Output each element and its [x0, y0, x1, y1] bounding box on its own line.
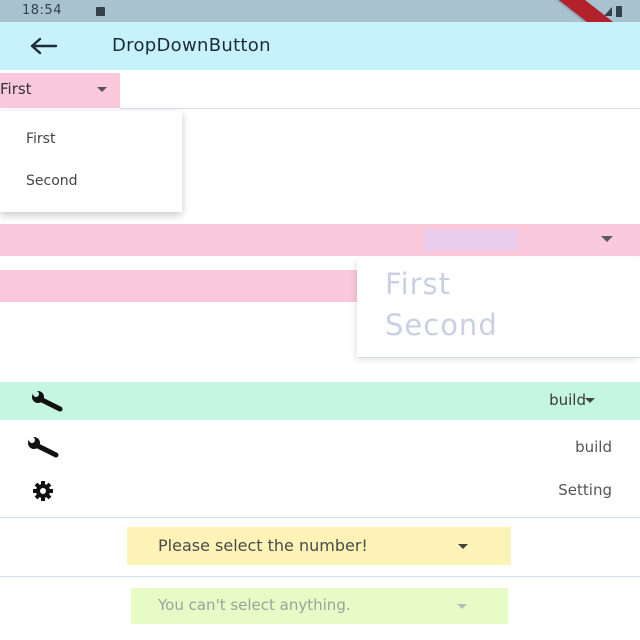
wrench-icon — [32, 391, 63, 412]
chevron-down-icon — [585, 398, 595, 403]
notification-icon — [96, 7, 105, 16]
page-title: DropDownButton — [112, 35, 271, 56]
menu-item-setting[interactable]: Setting — [558, 481, 612, 499]
back-arrow-icon[interactable] — [26, 36, 62, 56]
hint-text: Please select the number! — [158, 536, 368, 555]
wrench-icon — [28, 437, 59, 458]
divider — [0, 576, 640, 577]
icon-dropdown-value: build — [549, 391, 586, 409]
icon-dropdown-button[interactable] — [0, 382, 640, 420]
gear-icon — [33, 481, 53, 501]
status-time: 18:54 — [22, 3, 62, 18]
chevron-down-icon — [97, 87, 107, 92]
chevron-down-icon — [457, 604, 467, 609]
menu-item-first-large[interactable]: First — [385, 267, 451, 301]
chevron-down-icon — [601, 236, 613, 242]
dropdown-button[interactable] — [0, 270, 357, 302]
divider — [120, 108, 640, 109]
disabled-hint-text: You can't select anything. — [158, 596, 351, 614]
menu-item-second-large[interactable]: Second — [385, 308, 498, 342]
menu-item-build[interactable]: build — [575, 438, 612, 456]
chevron-down-icon — [458, 544, 468, 549]
divider — [0, 517, 640, 518]
popup-menu — [0, 111, 182, 212]
expanded-dropdown-button[interactable] — [0, 224, 640, 256]
menu-item-second[interactable]: Second — [26, 173, 78, 189]
dropdown-value-placeholder — [425, 230, 517, 250]
first-dropdown-value: First — [0, 80, 32, 98]
menu-item-first[interactable]: First — [26, 131, 55, 147]
app-bar — [0, 22, 640, 70]
